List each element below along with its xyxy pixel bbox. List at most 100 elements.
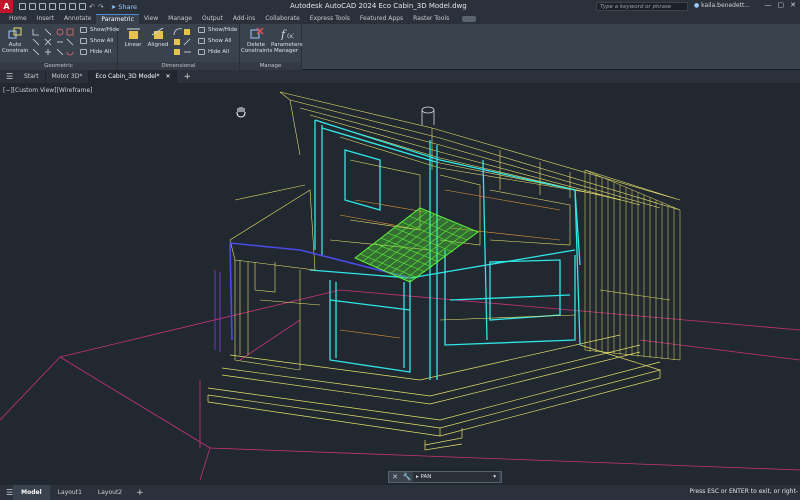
dimensional-hide-all-label: Hide All [208, 49, 230, 55]
open-folder-icon[interactable] [29, 3, 36, 10]
delete-constraints-label: Delete Constraints [241, 42, 273, 54]
constraint-grid-icon[interactable] [31, 27, 75, 57]
geometric-show-all-button[interactable]: Show All [80, 38, 113, 44]
title-bar: A ↶ ↷ ➤ Share Autodesk AutoCAD 2024 Eco … [0, 0, 800, 13]
manage-panel-title[interactable]: Manage [240, 62, 301, 70]
print-icon[interactable] [79, 3, 86, 10]
svg-text:(x): (x) [287, 33, 294, 40]
green-solar-panel [354, 207, 480, 283]
save-icon[interactable] [39, 3, 46, 10]
user-name: kaila.benedett... [701, 2, 751, 9]
tab-collaborate[interactable]: Collaborate [260, 14, 305, 24]
new-tab-button[interactable]: + [183, 72, 191, 82]
tab-annotate[interactable]: Annotate [59, 14, 96, 24]
tab-manage[interactable]: Manage [163, 14, 197, 24]
show-hide-icon [80, 27, 87, 33]
geometric-show-hide-label: Show/Hide [90, 27, 120, 33]
deck-foundation [207, 334, 662, 451]
user-icon: ● [694, 2, 700, 9]
linear-dimension-icon [126, 27, 141, 40]
drawing-viewport[interactable]: [−][Custom View][Wireframe] [0, 83, 800, 485]
parameters-manager-icon: f(x) [279, 27, 295, 41]
aligned-button[interactable]: Aligned [146, 27, 170, 48]
status-message: Press ESC or ENTER to exit, or right- [689, 488, 800, 495]
purple-edges [214, 270, 221, 352]
show-hide-icon [198, 27, 205, 33]
command-text: PAN [420, 474, 432, 480]
save-as-icon[interactable] [49, 3, 56, 10]
ribbon-display-toggle-icon[interactable] [462, 16, 477, 22]
new-file-icon[interactable] [19, 3, 26, 10]
autocad-logo-icon[interactable]: A [0, 0, 13, 13]
maximize-button[interactable]: ▢ [778, 1, 785, 9]
linear-label: Linear [124, 42, 142, 48]
dimensional-panel: Linear Aligned Show/Hide Show All Hide A… [118, 24, 240, 70]
layout-menu-icon[interactable]: ☰ [6, 488, 13, 497]
tab-featured-apps[interactable]: Featured Apps [355, 14, 408, 24]
parameters-manager-button[interactable]: f(x) Parameters Manager [271, 27, 303, 54]
redo-icon[interactable]: ↷ [98, 3, 104, 11]
dimensional-show-all-label: Show All [208, 38, 232, 44]
geometric-hide-all-button[interactable]: Hide All [80, 49, 111, 55]
manage-panel: Delete Constraints f(x) Parameters Manag… [240, 24, 302, 70]
user-account[interactable]: ● kaila.benedett... [694, 2, 750, 9]
tab-view[interactable]: View [139, 14, 163, 24]
web-open-icon[interactable] [59, 3, 66, 10]
file-tab-motor-3d[interactable]: Motor 3D* [46, 70, 90, 83]
dimensional-show-all-button[interactable]: Show All [198, 38, 231, 44]
add-layout-button[interactable]: + [136, 488, 144, 498]
tab-layout2[interactable]: Layout2 [90, 485, 130, 500]
geometric-show-all-label: Show All [90, 38, 114, 44]
search-input[interactable]: Type a keyword or phrase [596, 2, 688, 11]
hamburger-menu-icon[interactable]: ☰ [6, 72, 18, 81]
geometric-panel: Auto Constrain Show/Hide Show All Hide A… [0, 24, 119, 70]
hide-all-icon [80, 49, 87, 55]
share-label: Share [118, 2, 138, 11]
tab-insert[interactable]: Insert [32, 14, 59, 24]
close-command-icon[interactable]: ✕ [389, 473, 401, 481]
auto-constrain-label: Auto Constrain [2, 42, 29, 54]
auto-constrain-button[interactable]: Auto Constrain [2, 27, 28, 54]
parameters-manager-label: Parameters Manager [271, 42, 303, 54]
tab-model[interactable]: Model [13, 485, 50, 500]
tab-raster-tools[interactable]: Raster Tools [408, 14, 454, 24]
dimension-tools-icon[interactable] [172, 27, 194, 57]
right-wall [584, 169, 681, 361]
status-bar: ☰ Model Layout1 Layout2 + Press ESC or E… [0, 485, 800, 500]
cabin-wireframe-model[interactable] [0, 83, 800, 485]
delete-constraints-icon [249, 27, 264, 40]
file-tabs-bar: ☰ Start Motor 3D* Eco Cabin_3D Model* ✕ … [0, 70, 800, 83]
show-all-icon [80, 38, 87, 44]
close-button[interactable]: ✕ [790, 1, 796, 9]
file-tab-eco-cabin-label: Eco Cabin_3D Model* [95, 73, 160, 80]
geometric-show-hide-button[interactable]: Show/Hide [80, 27, 119, 33]
tab-parametric[interactable]: Parametric [96, 14, 139, 24]
tab-home[interactable]: Home [4, 14, 32, 24]
linear-button[interactable]: Linear [122, 27, 144, 48]
chimney [421, 106, 435, 125]
aligned-label: Aligned [147, 42, 169, 48]
dimensional-show-hide-button[interactable]: Show/Hide [198, 27, 237, 33]
tab-add-ins[interactable]: Add-ins [228, 14, 260, 24]
file-tab-eco-cabin[interactable]: Eco Cabin_3D Model* ✕ [89, 70, 178, 83]
tab-output[interactable]: Output [197, 14, 228, 24]
geometric-panel-title[interactable]: Geometric [0, 62, 117, 70]
command-input[interactable]: ▸ PAN ▾ [413, 472, 499, 482]
tab-layout1[interactable]: Layout1 [50, 485, 90, 500]
ribbon-tabs: Home Insert Annotate Parametric View Man… [0, 13, 800, 24]
dimensional-hide-all-button[interactable]: Hide All [198, 49, 229, 55]
minimize-button[interactable]: — [765, 1, 772, 9]
delete-constraints-button[interactable]: Delete Constraints [241, 27, 273, 54]
command-value: ▸ PAN [416, 474, 432, 480]
command-history-icon[interactable]: ▾ [493, 472, 496, 482]
window-title: Autodesk AutoCAD 2024 Eco Cabin_3D Model… [290, 2, 467, 10]
tab-express-tools[interactable]: Express Tools [305, 14, 355, 24]
share-button[interactable]: ➤ Share [111, 3, 137, 11]
dimensional-panel-title[interactable]: Dimensional [118, 62, 239, 70]
auto-constrain-icon [8, 27, 23, 40]
undo-icon[interactable]: ↶ [89, 3, 95, 11]
customize-command-icon[interactable]: 🔧 [401, 473, 413, 481]
close-tab-icon[interactable]: ✕ [165, 73, 170, 80]
file-tab-start[interactable]: Start [18, 70, 46, 83]
web-save-icon[interactable] [69, 3, 76, 10]
